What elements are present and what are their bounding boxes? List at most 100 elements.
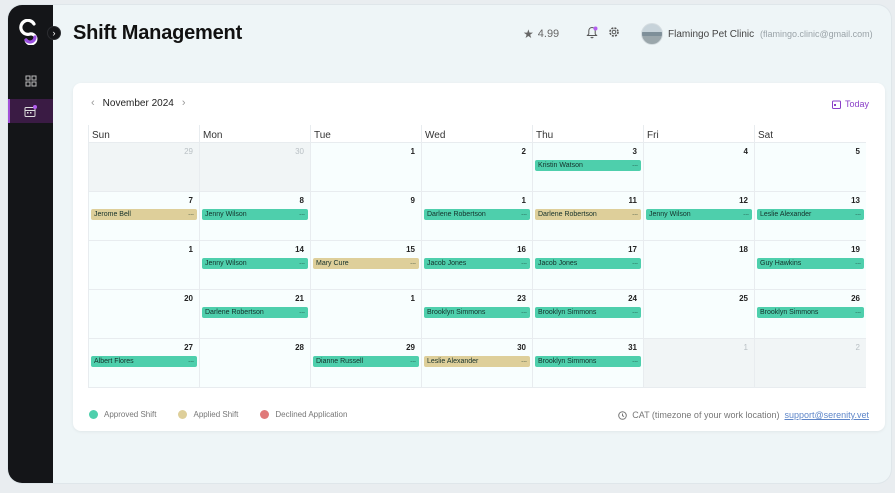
more-options-icon[interactable]: ... [521,356,527,365]
shift-event-approved[interactable]: Guy Hawkins... [757,258,864,269]
calendar-day-cell[interactable]: 13 Leslie Alexander... [754,192,866,241]
shift-event-approved[interactable]: Dianne Russell... [313,356,419,367]
shift-event-applied[interactable]: Darlene Robertson... [535,209,641,220]
more-options-icon[interactable]: ... [632,209,638,218]
day-number: 21 [295,294,304,303]
calendar-day-cell[interactable]: 3 Kristin Watson... [532,143,643,192]
calendar-day-cell[interactable]: 20 [88,290,199,339]
calendar-day-cell[interactable]: 29 Dianne Russell... [310,339,421,388]
more-options-icon[interactable]: ... [410,258,416,267]
more-options-icon[interactable]: ... [632,160,638,169]
calendar-day-cell[interactable]: 1 [310,290,421,339]
sidebar-item-calendar[interactable] [8,99,53,123]
chevron-left-icon[interactable]: ‹ [91,97,95,109]
shift-event-applied[interactable]: Leslie Alexander... [424,356,530,367]
calendar-day-cell[interactable]: 8 Jenny Wilson... [199,192,310,241]
shift-event-approved[interactable]: Jenny Wilson... [202,209,308,220]
shift-event-approved[interactable]: Brooklyn Simmons... [535,356,641,367]
calendar-day-cell[interactable]: 28 [199,339,310,388]
calendar-day-cell[interactable]: 15 Mary Cure... [310,241,421,290]
app-logo[interactable] [19,19,41,45]
shift-event-approved[interactable]: Darlene Robertson... [202,307,308,318]
more-options-icon[interactable]: ... [299,307,305,316]
chevron-right-icon[interactable]: › [182,97,186,109]
more-options-icon[interactable]: ... [632,307,638,316]
more-options-icon[interactable]: ... [188,356,194,365]
calendar-day-cell[interactable]: 5 [754,143,866,192]
calendar-day-cell[interactable]: 30 Leslie Alexander... [421,339,532,388]
clinic-name[interactable]: Flamingo Pet Clinic [668,29,754,40]
calendar-day-cell[interactable]: 23 Brooklyn Simmons... [421,290,532,339]
day-number: 1 [521,196,526,205]
more-options-icon[interactable]: ... [632,258,638,267]
calendar-day-cell[interactable]: 1 Darlene Robertson... [421,192,532,241]
shift-event-approved[interactable]: Jacob Jones... [424,258,530,269]
calendar-day-cell[interactable]: 1 [88,241,199,290]
sidebar-item-dashboard[interactable] [8,69,53,93]
calendar-day-cell[interactable]: 24 Brooklyn Simmons... [532,290,643,339]
day-number: 29 [184,147,193,156]
more-options-icon[interactable]: ... [299,258,305,267]
weekday-header: Fri [643,125,754,143]
shift-event-approved[interactable]: Brooklyn Simmons... [535,307,641,318]
calendar-day-cell[interactable]: 9 [310,192,421,241]
calendar-day-cell[interactable]: 12 Jenny Wilson... [643,192,754,241]
calendar-day-cell[interactable]: 4 [643,143,754,192]
notification-bell-icon[interactable] [586,26,598,39]
calendar-day-cell[interactable]: 19 Guy Hawkins... [754,241,866,290]
more-options-icon[interactable]: ... [855,258,861,267]
today-button[interactable]: Today [831,99,869,109]
calendar-day-cell[interactable]: 26 Brooklyn Simmons... [754,290,866,339]
calendar-day-cell[interactable]: 25 [643,290,754,339]
shift-event-approved[interactable]: Brooklyn Simmons... [424,307,530,318]
calendar-day-cell[interactable]: 18 [643,241,754,290]
calendar-day-cell[interactable]: 2 [421,143,532,192]
calendar-day-cell[interactable]: 14 Jenny Wilson... [199,241,310,290]
more-options-icon[interactable]: ... [855,307,861,316]
shift-event-approved[interactable]: Jenny Wilson... [646,209,752,220]
dashboard-icon [25,75,36,87]
shift-event-name: Jenny Wilson [205,260,247,267]
more-options-icon[interactable]: ... [521,258,527,267]
legend-applied-label: Applied Shift [193,410,239,419]
app-window: › Shift Management ★ 4.99 Flamingo Pet C… [8,5,891,483]
clinic-avatar[interactable] [641,23,663,45]
support-email-link[interactable]: support@serenity.vet [784,410,869,420]
shift-event-approved[interactable]: Jenny Wilson... [202,258,308,269]
calendar-day-cell[interactable]: 17 Jacob Jones... [532,241,643,290]
calendar-day-cell[interactable]: 21 Darlene Robertson... [199,290,310,339]
calendar-day-cell[interactable]: 11 Darlene Robertson... [532,192,643,241]
settings-gear-icon[interactable] [608,26,620,38]
expand-sidebar-button[interactable]: › [47,26,61,40]
more-options-icon[interactable]: ... [632,356,638,365]
shift-event-applied[interactable]: Jerome Bell... [91,209,197,220]
shift-event-approved[interactable]: Jacob Jones... [535,258,641,269]
more-options-icon[interactable]: ... [188,209,194,218]
day-number: 8 [299,196,304,205]
shift-event-applied[interactable]: Mary Cure... [313,258,419,269]
shift-event-approved[interactable]: Leslie Alexander... [757,209,864,220]
calendar-day-cell[interactable]: 27 Albert Flores... [88,339,199,388]
more-options-icon[interactable]: ... [855,209,861,218]
calendar-day-cell[interactable]: 30 [199,143,310,192]
more-options-icon[interactable]: ... [521,209,527,218]
calendar-day-cell[interactable]: 29 [88,143,199,192]
shift-event-approved[interactable]: Brooklyn Simmons... [757,307,864,318]
calendar-day-cell[interactable]: 7 Jerome Bell... [88,192,199,241]
shift-event-approved[interactable]: Darlene Robertson... [424,209,530,220]
more-options-icon[interactable]: ... [521,307,527,316]
more-options-icon[interactable]: ... [299,209,305,218]
more-options-icon[interactable]: ... [410,356,416,365]
legend-declined-label: Declined Application [275,410,348,419]
calendar-day-cell[interactable]: 1 [310,143,421,192]
day-number: 11 [628,196,637,205]
calendar-day-cell[interactable]: 31 Brooklyn Simmons... [532,339,643,388]
calendar-day-cell[interactable]: 1 [643,339,754,388]
shift-event-approved[interactable]: Kristin Watson... [535,160,641,171]
shift-event-approved[interactable]: Albert Flores... [91,356,197,367]
shift-event-name: Albert Flores [94,358,134,365]
calendar-day-cell[interactable]: 2 [754,339,866,388]
calendar-day-cell[interactable]: 16 Jacob Jones... [421,241,532,290]
more-options-icon[interactable]: ... [743,209,749,218]
month-navigation: ‹ November 2024 › [91,97,186,109]
